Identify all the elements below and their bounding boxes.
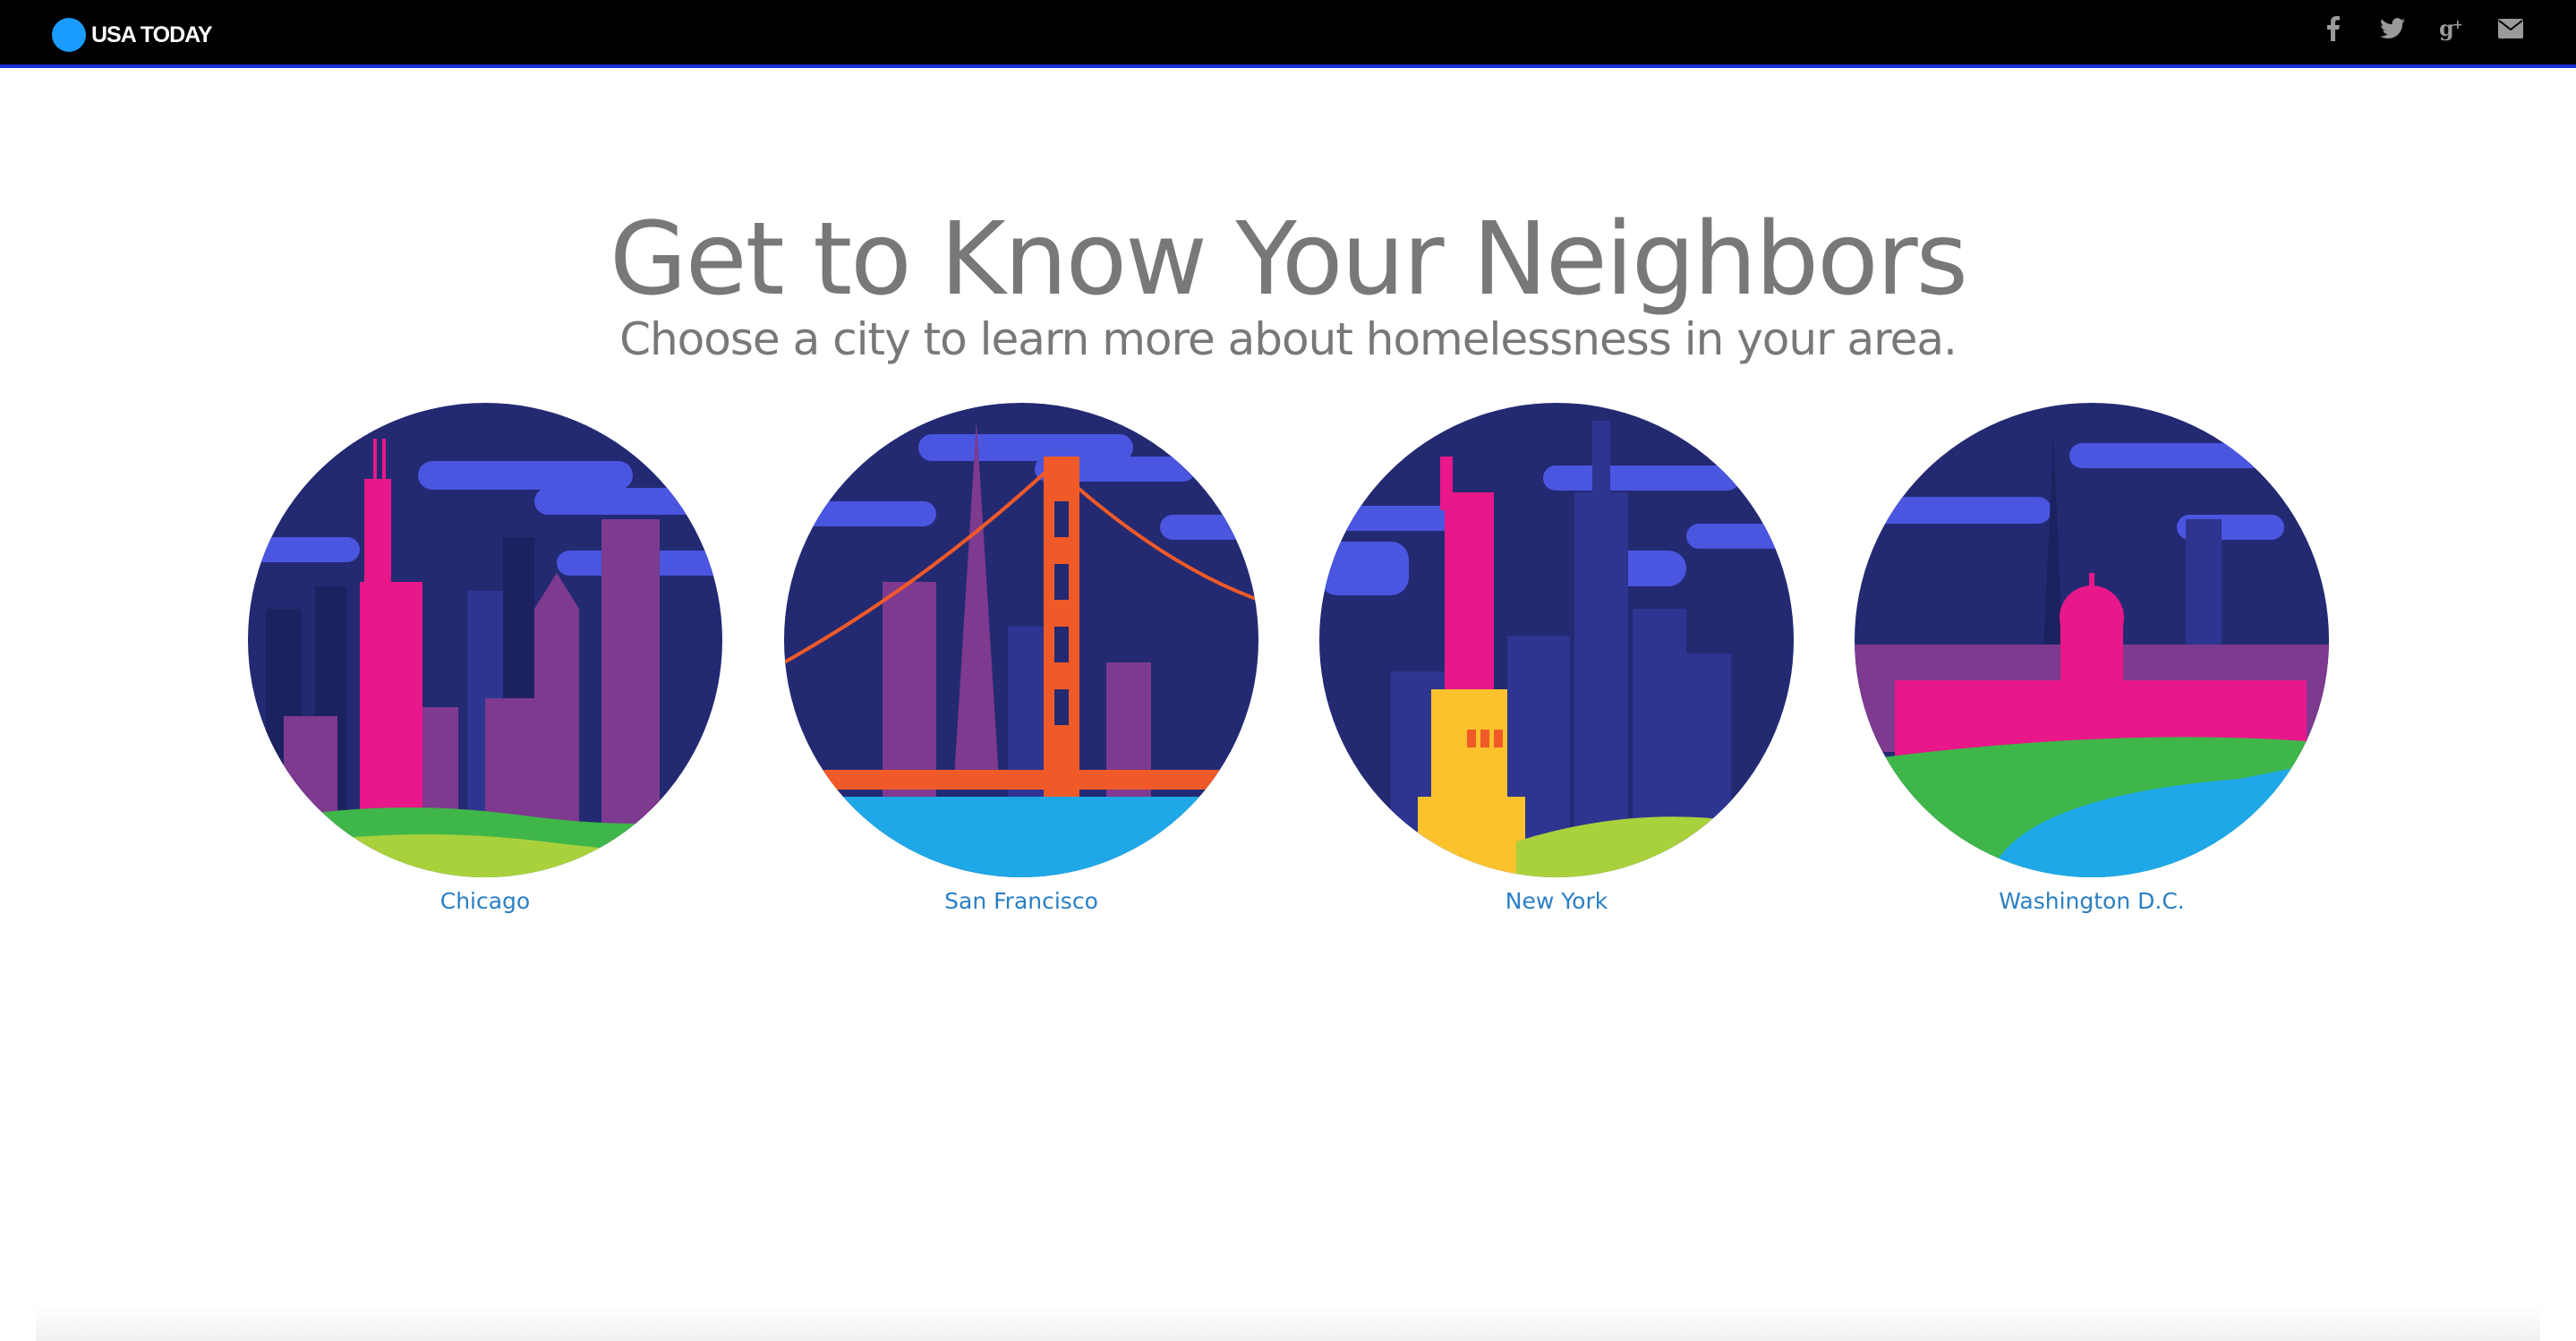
city-label-washington-dc[interactable]: Washington D.C. (1855, 888, 2329, 914)
city-card-new-york[interactable]: New York (1319, 403, 1794, 914)
new-york-skyline-illustration[interactable] (1319, 403, 1794, 877)
city-label-chicago[interactable]: Chicago (248, 888, 722, 914)
usa-today-logo[interactable]: USA TODAY (52, 18, 213, 52)
city-card-washington-dc[interactable]: Washington D.C. (1855, 403, 2329, 914)
city-selector: Chicago San Francisco New York Washingto… (0, 403, 2576, 922)
city-label-san-francisco[interactable]: San Francisco (784, 888, 1258, 914)
san-francisco-skyline-illustration[interactable] (784, 403, 1258, 877)
washington-dc-skyline-illustration[interactable] (1855, 403, 2329, 877)
facebook-icon[interactable] (2304, 11, 2363, 47)
twitter-icon[interactable] (2363, 11, 2422, 47)
city-card-chicago[interactable]: Chicago (248, 403, 722, 914)
svg-text:+: + (2452, 18, 2463, 32)
page-title: Get to Know Your Neighbors (610, 201, 1968, 319)
top-navigation-bar: USA TODAY g + (0, 0, 2576, 68)
page-subtitle: Choose a city to learn more about homele… (619, 313, 1958, 365)
city-card-san-francisco[interactable]: San Francisco (784, 403, 1258, 914)
brand-name: USA TODAY (91, 21, 213, 47)
city-label-new-york[interactable]: New York (1319, 888, 1794, 914)
google-plus-icon[interactable]: g + (2422, 11, 2481, 47)
email-icon[interactable] (2481, 11, 2540, 47)
chicago-skyline-illustration[interactable] (248, 403, 722, 877)
social-share-bar: g + (2304, 11, 2540, 47)
footer-shadow (36, 1305, 2540, 1341)
logo-dot-icon (52, 18, 86, 52)
